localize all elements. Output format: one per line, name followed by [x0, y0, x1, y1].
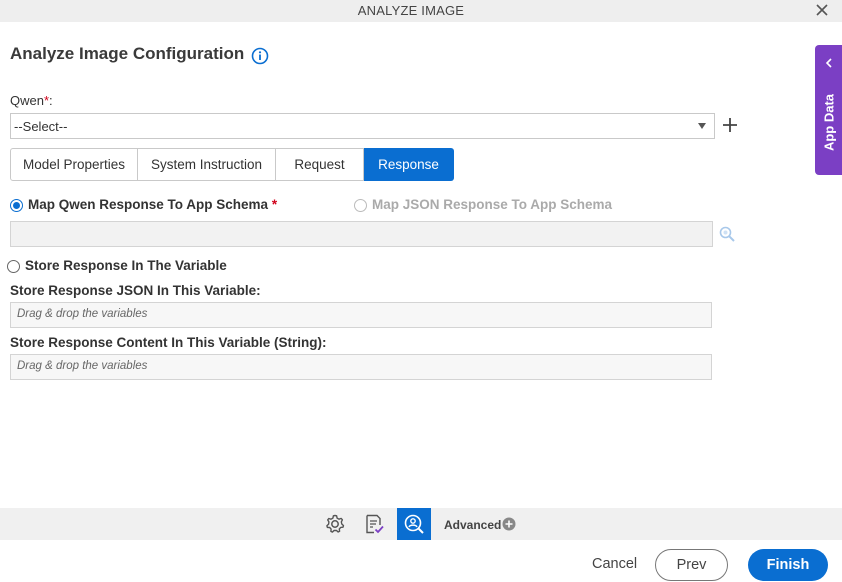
json-variable-placeholder: Drag & drop the variables	[17, 308, 148, 320]
app-schema-field[interactable]	[10, 221, 713, 247]
json-variable-label: Store Response JSON In This Variable:	[10, 283, 261, 298]
validation-button[interactable]	[357, 508, 391, 540]
prev-button[interactable]: Prev	[655, 549, 728, 581]
json-variable-dropzone[interactable]: Drag & drop the variables	[10, 302, 712, 328]
image-search-icon	[404, 514, 424, 534]
map-json-schema-label: Map JSON Response To App Schema	[372, 197, 613, 212]
cancel-button[interactable]: Cancel	[592, 556, 637, 572]
finish-button[interactable]: Finish	[748, 549, 828, 581]
analyze-image-button[interactable]	[397, 508, 431, 540]
chevron-down-icon	[698, 123, 706, 129]
search-icon[interactable]	[718, 225, 736, 243]
plus-circle-icon[interactable]	[502, 517, 516, 531]
config-tabs: Model Properties System Instruction Requ…	[10, 148, 454, 181]
qwen-label: Qwen*:	[10, 93, 53, 108]
store-variable-label: Store Response In The Variable	[25, 258, 227, 273]
bottom-toolbar: Advanced	[0, 508, 842, 540]
add-connection-button[interactable]	[722, 117, 738, 133]
dialog-title: ANALYZE IMAGE	[357, 3, 465, 18]
tab-system-instruction[interactable]: System Instruction	[138, 148, 276, 181]
checklist-icon	[366, 514, 384, 534]
store-variable-radio[interactable]	[7, 260, 20, 273]
content-variable-label: Store Response Content In This Variable …	[10, 335, 327, 350]
content-variable-dropzone[interactable]: Drag & drop the variables	[10, 354, 712, 380]
qwen-select-value: --Select--	[14, 119, 68, 134]
chevron-left-icon	[825, 58, 832, 68]
tab-model-properties[interactable]: Model Properties	[10, 148, 138, 181]
info-icon[interactable]	[251, 47, 269, 65]
app-data-panel-toggle[interactable]: App Data	[815, 45, 842, 175]
content-variable-placeholder: Drag & drop the variables	[17, 360, 148, 372]
qwen-select[interactable]: --Select--	[10, 113, 715, 139]
settings-button[interactable]	[318, 508, 352, 540]
map-json-schema-radio[interactable]	[354, 199, 367, 212]
tab-response[interactable]: Response	[364, 148, 454, 181]
map-app-schema-radio[interactable]	[10, 199, 23, 212]
page-title: Analyze Image Configuration	[10, 44, 245, 63]
gear-icon	[326, 514, 345, 533]
app-data-label: App Data	[821, 93, 837, 152]
tab-request[interactable]: Request	[276, 148, 364, 181]
map-app-schema-label: Map Qwen Response To App Schema *	[28, 197, 278, 212]
close-icon[interactable]	[814, 2, 830, 18]
dialog-title-bar: ANALYZE IMAGE	[0, 0, 842, 22]
advanced-toggle[interactable]: Advanced	[444, 518, 501, 532]
